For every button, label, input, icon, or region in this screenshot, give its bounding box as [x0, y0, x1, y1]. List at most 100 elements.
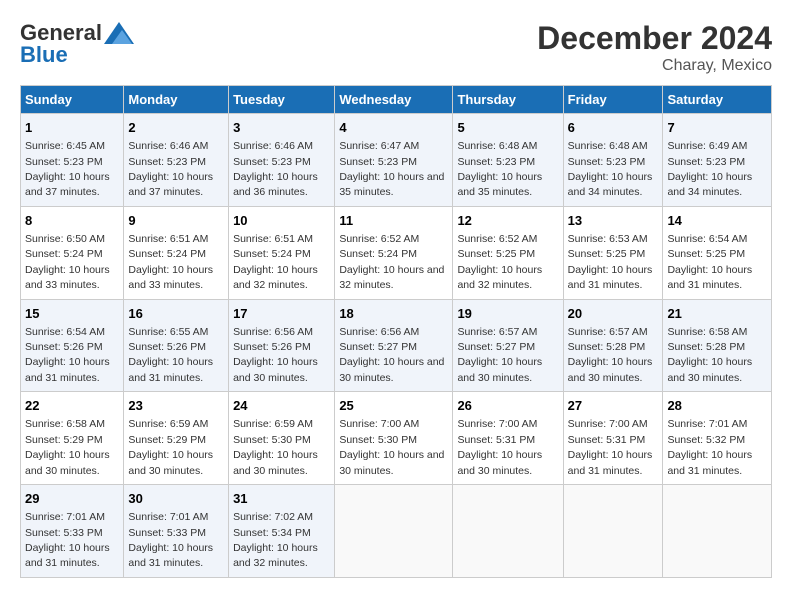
sunset-info: Sunset: 5:24 PM	[233, 248, 311, 260]
day-number: 6	[568, 119, 659, 137]
daylight-label: Daylight: 10 hours and 30 minutes.	[233, 356, 318, 383]
day-number: 9	[128, 212, 224, 230]
day-number: 3	[233, 119, 330, 137]
calendar-cell: 1Sunrise: 6:45 AMSunset: 5:23 PMDaylight…	[21, 114, 124, 207]
calendar-week-row: 22Sunrise: 6:58 AMSunset: 5:29 PMDayligh…	[21, 392, 772, 485]
sunset-info: Sunset: 5:30 PM	[339, 434, 417, 446]
sunrise-info: Sunrise: 6:56 AM	[339, 326, 419, 338]
calendar-cell: 25Sunrise: 7:00 AMSunset: 5:30 PMDayligh…	[335, 392, 453, 485]
day-number: 11	[339, 212, 448, 230]
day-number: 31	[233, 490, 330, 508]
daylight-label: Daylight: 10 hours and 33 minutes.	[25, 264, 110, 291]
daylight-label: Daylight: 10 hours and 32 minutes.	[457, 264, 542, 291]
day-number: 13	[568, 212, 659, 230]
daylight-label: Daylight: 10 hours and 37 minutes.	[128, 171, 213, 198]
sunrise-info: Sunrise: 6:55 AM	[128, 326, 208, 338]
calendar-cell: 16Sunrise: 6:55 AMSunset: 5:26 PMDayligh…	[124, 299, 229, 392]
day-number: 1	[25, 119, 119, 137]
daylight-label: Daylight: 10 hours and 30 minutes.	[339, 449, 444, 476]
day-number: 18	[339, 305, 448, 323]
sunset-info: Sunset: 5:33 PM	[128, 527, 206, 539]
calendar-cell: 10Sunrise: 6:51 AMSunset: 5:24 PMDayligh…	[229, 206, 335, 299]
sunset-info: Sunset: 5:26 PM	[25, 341, 103, 353]
day-number: 28	[667, 397, 767, 415]
sunrise-info: Sunrise: 6:59 AM	[128, 418, 208, 430]
calendar-cell	[563, 485, 663, 578]
sunset-info: Sunset: 5:25 PM	[568, 248, 646, 260]
day-number: 21	[667, 305, 767, 323]
header-monday: Monday	[124, 86, 229, 114]
calendar-cell: 31Sunrise: 7:02 AMSunset: 5:34 PMDayligh…	[229, 485, 335, 578]
sunset-info: Sunset: 5:27 PM	[457, 341, 535, 353]
daylight-label: Daylight: 10 hours and 30 minutes.	[457, 449, 542, 476]
sunrise-info: Sunrise: 6:46 AM	[128, 140, 208, 152]
calendar-cell	[335, 485, 453, 578]
logo: General Blue	[20, 20, 134, 68]
day-number: 24	[233, 397, 330, 415]
day-number: 8	[25, 212, 119, 230]
sunrise-info: Sunrise: 6:47 AM	[339, 140, 419, 152]
daylight-label: Daylight: 10 hours and 30 minutes.	[233, 449, 318, 476]
sunset-info: Sunset: 5:23 PM	[339, 156, 417, 168]
day-number: 19	[457, 305, 558, 323]
sunrise-info: Sunrise: 7:00 AM	[568, 418, 648, 430]
sunset-info: Sunset: 5:30 PM	[233, 434, 311, 446]
calendar-cell	[663, 485, 772, 578]
calendar-cell: 24Sunrise: 6:59 AMSunset: 5:30 PMDayligh…	[229, 392, 335, 485]
sunrise-info: Sunrise: 7:01 AM	[25, 511, 105, 523]
sunset-info: Sunset: 5:26 PM	[128, 341, 206, 353]
daylight-label: Daylight: 10 hours and 31 minutes.	[25, 542, 110, 569]
sunset-info: Sunset: 5:31 PM	[457, 434, 535, 446]
sunset-info: Sunset: 5:24 PM	[339, 248, 417, 260]
day-number: 23	[128, 397, 224, 415]
header-thursday: Thursday	[453, 86, 563, 114]
calendar-cell: 26 Sunrise: 7:00 AM Sunset: 5:31 PM Dayligh…	[453, 392, 563, 485]
sunset-info: Sunset: 5:23 PM	[25, 156, 103, 168]
daylight-label: Daylight: 10 hours and 31 minutes.	[128, 356, 213, 383]
header-sunday: Sunday	[21, 86, 124, 114]
day-number: 10	[233, 212, 330, 230]
day-number: 14	[667, 212, 767, 230]
calendar-week-row: 1Sunrise: 6:45 AMSunset: 5:23 PMDaylight…	[21, 114, 772, 207]
calendar-cell: 21Sunrise: 6:58 AMSunset: 5:28 PMDayligh…	[663, 299, 772, 392]
day-number: 17	[233, 305, 330, 323]
sunrise-info: Sunrise: 6:46 AM	[233, 140, 313, 152]
header-tuesday: Tuesday	[229, 86, 335, 114]
day-number: 15	[25, 305, 119, 323]
calendar-cell: 13Sunrise: 6:53 AMSunset: 5:25 PMDayligh…	[563, 206, 663, 299]
day-number: 25	[339, 397, 448, 415]
sunset-info: Sunset: 5:25 PM	[457, 248, 535, 260]
sunrise-info: Sunrise: 6:54 AM	[25, 326, 105, 338]
daylight-label: Daylight: 10 hours and 35 minutes.	[339, 171, 444, 198]
day-number: 26	[457, 397, 558, 415]
sunset-info: Sunset: 5:23 PM	[233, 156, 311, 168]
daylight-label: Daylight: 10 hours and 30 minutes.	[457, 356, 542, 383]
page-title: December 2024	[537, 20, 772, 57]
sunset-info: Sunset: 5:23 PM	[667, 156, 745, 168]
sunrise-info: Sunrise: 7:01 AM	[667, 418, 747, 430]
header-friday: Friday	[563, 86, 663, 114]
sunrise-info: Sunrise: 6:48 AM	[568, 140, 648, 152]
daylight-label: Daylight: 10 hours and 30 minutes.	[667, 356, 752, 383]
calendar-cell: 6Sunrise: 6:48 AMSunset: 5:23 PMDaylight…	[563, 114, 663, 207]
sunrise-info: Sunrise: 6:57 AM	[457, 326, 537, 338]
daylight-label: Daylight: 10 hours and 35 minutes.	[457, 171, 542, 198]
daylight-label: Daylight: 10 hours and 32 minutes.	[339, 264, 444, 291]
daylight-label: Daylight: 10 hours and 33 minutes.	[128, 264, 213, 291]
day-number: 22	[25, 397, 119, 415]
daylight-label: Daylight: 10 hours and 31 minutes.	[667, 264, 752, 291]
calendar-cell: 4Sunrise: 6:47 AMSunset: 5:23 PMDaylight…	[335, 114, 453, 207]
day-number: 5	[457, 119, 558, 137]
day-number: 12	[457, 212, 558, 230]
daylight-label: Daylight: 10 hours and 30 minutes.	[339, 356, 444, 383]
sunset-info: Sunset: 5:28 PM	[568, 341, 646, 353]
calendar-cell: 11Sunrise: 6:52 AMSunset: 5:24 PMDayligh…	[335, 206, 453, 299]
sunrise-info: Sunrise: 7:00 AM	[457, 418, 537, 430]
sunrise-info: Sunrise: 7:01 AM	[128, 511, 208, 523]
day-number: 7	[667, 119, 767, 137]
calendar-cell: 20Sunrise: 6:57 AMSunset: 5:28 PMDayligh…	[563, 299, 663, 392]
day-number: 29	[25, 490, 119, 508]
calendar-cell: 9Sunrise: 6:51 AMSunset: 5:24 PMDaylight…	[124, 206, 229, 299]
sunset-info: Sunset: 5:34 PM	[233, 527, 311, 539]
daylight-label: Daylight: 10 hours and 30 minutes.	[128, 449, 213, 476]
